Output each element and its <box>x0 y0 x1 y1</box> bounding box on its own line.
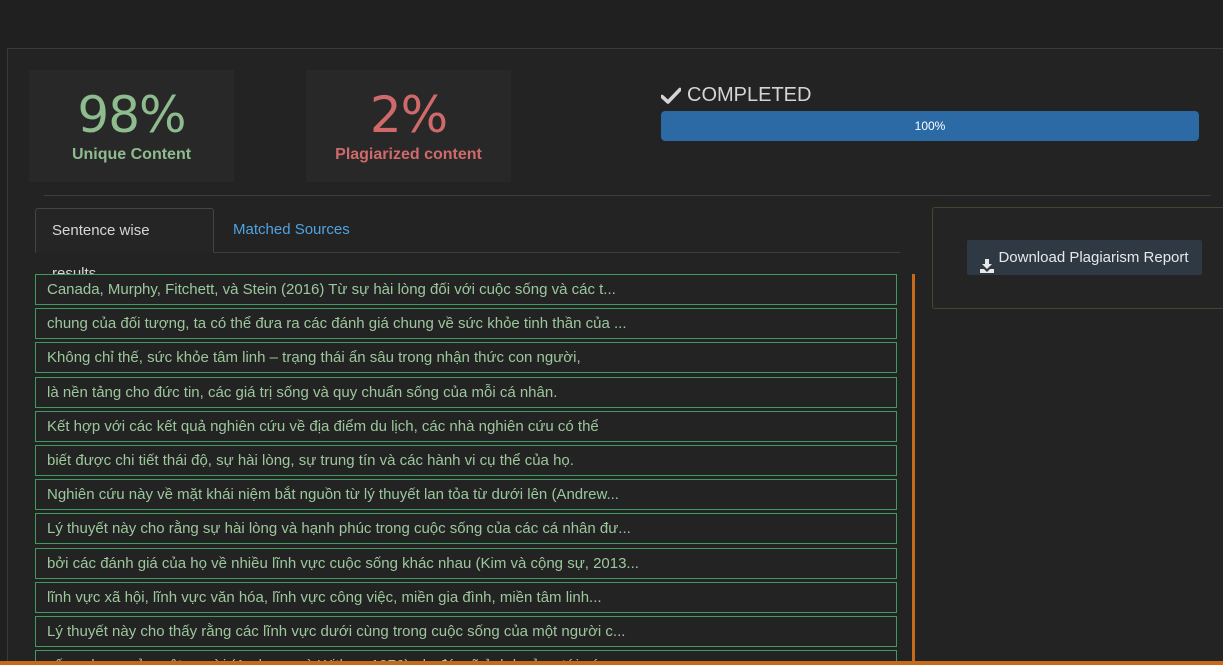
result-row[interactable]: Lý thuyết này cho rằng sự hài lòng và hạ… <box>35 513 897 545</box>
result-row[interactable]: Không chỉ thế, sức khỏe tâm linh – trạng… <box>35 342 897 374</box>
progress-text: 100% <box>914 119 946 133</box>
tab-sentence-wise-results[interactable]: Sentence wise results <box>35 208 214 282</box>
status: COMPLETED <box>660 84 812 107</box>
download-report-button[interactable]: Download Plagiarism Report <box>967 240 1202 275</box>
result-row[interactable]: là nền tảng cho đức tin, các giá trị sốn… <box>35 376 897 408</box>
tab-matched-sources[interactable]: Matched Sources <box>217 208 366 253</box>
result-row[interactable]: chung của đối tượng, ta có thể đưa ra cá… <box>35 308 897 340</box>
result-row[interactable]: Kết hợp với các kết quả nghiên cứu về đị… <box>35 410 897 442</box>
result-row[interactable]: Canada, Murphy, Fitchett, và Stein (2016… <box>35 274 897 305</box>
result-row[interactable]: bởi các đánh giá của họ về nhiều lĩnh vự… <box>35 547 897 579</box>
plagiarized-label: Plagiarized content <box>335 146 482 163</box>
results-scrollbar[interactable] <box>912 274 915 665</box>
unique-content-card: 98% Unique Content <box>29 70 234 182</box>
divider <box>44 195 1211 196</box>
plagiarized-content-card: 2% Plagiarized content <box>306 70 511 182</box>
result-row[interactable]: Nghiên cứu này về mặt khái niệm bắt nguồ… <box>35 479 897 511</box>
progress-bar: 100% <box>661 111 1199 141</box>
results-tabs: Sentence wise results Matched Sources <box>35 208 900 282</box>
download-label: Download Plagiarism Report <box>998 249 1189 266</box>
bottom-accent-line <box>0 661 1223 665</box>
progress-fill: 100% <box>661 111 1199 141</box>
result-row[interactable]: Lý thuyết này cho thấy rằng các lĩnh vực… <box>35 615 897 647</box>
status-label: COMPLETED <box>687 84 812 106</box>
unique-label: Unique Content <box>71 146 192 163</box>
result-row[interactable]: biết được chi tiết thái độ, sự hài lòng,… <box>35 444 897 476</box>
unique-percent: 98% <box>77 86 186 144</box>
top-bar <box>0 0 1223 48</box>
plagiarized-percent: 2% <box>369 86 448 144</box>
check-icon <box>660 87 682 105</box>
result-row[interactable]: lĩnh vực xã hội, lĩnh vực văn hóa, lĩnh … <box>35 581 897 613</box>
download-icon <box>980 251 995 273</box>
sentence-results-list: Canada, Murphy, Fitchett, và Stein (2016… <box>35 274 897 665</box>
